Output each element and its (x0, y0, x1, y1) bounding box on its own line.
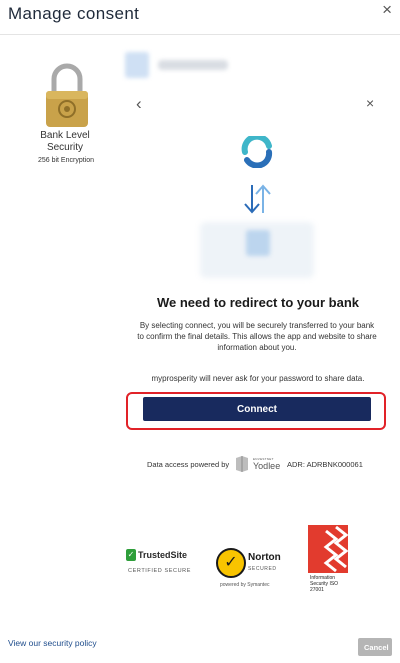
check-icon: ✓ (126, 549, 136, 561)
security-label: Bank Level Security (40, 130, 90, 153)
norton-badge: ✓ Norton SECURED powered by Symantec (216, 548, 296, 594)
privacy-note: myprosperity will never ask for your pas… (151, 374, 365, 383)
dialog-header: Manage consent × (0, 0, 400, 35)
adr-number: ADR: ADRBNK000061 (287, 460, 363, 469)
iso-text: Information Security ISO 27001 (310, 575, 339, 593)
back-chevron-icon[interactable]: ‹ (136, 94, 142, 114)
redirect-heading: We need to redirect to your bank (156, 295, 360, 310)
powered-by-label: Data access powered by (147, 460, 230, 469)
norton-check-icon: ✓ (216, 548, 246, 578)
app-logo-icon (241, 136, 273, 168)
dialog-title: Manage consent (8, 4, 140, 23)
close-icon[interactable]: × (366, 95, 374, 111)
iso-certification-badge: Information Security ISO 27001 (308, 525, 349, 611)
redirect-description: By selecting connect, you will be secure… (137, 321, 377, 352)
norton-name: Norton (248, 552, 281, 563)
norton-powered-by: powered by Symantec (220, 582, 270, 588)
blurred-bank-logo (246, 230, 270, 256)
certified-system-icon (308, 525, 349, 573)
trustedsite-title: TrustedSite (138, 550, 188, 560)
blurred-user-avatar (125, 52, 149, 78)
dialog-close-icon[interactable]: × (382, 0, 392, 20)
trustedsite-subtitle: CERTIFIED SECURE (128, 568, 191, 574)
trustedsite-badge: ✓ TrustedSite CERTIFIED SECURE (124, 548, 204, 584)
connect-button[interactable]: Connect (143, 397, 371, 421)
encryption-label: 256 bit Encryption (37, 157, 95, 164)
yodlee-logo-icon (236, 456, 248, 472)
padlock-icon (46, 63, 88, 127)
blurred-user-name (158, 60, 228, 70)
security-policy-link[interactable]: View our security policy (8, 638, 97, 648)
cancel-button[interactable]: Cancel (358, 638, 392, 656)
transfer-arrows-icon (244, 184, 271, 214)
provider-name: Yodlee (253, 461, 281, 471)
norton-secured: SECURED (248, 566, 277, 572)
